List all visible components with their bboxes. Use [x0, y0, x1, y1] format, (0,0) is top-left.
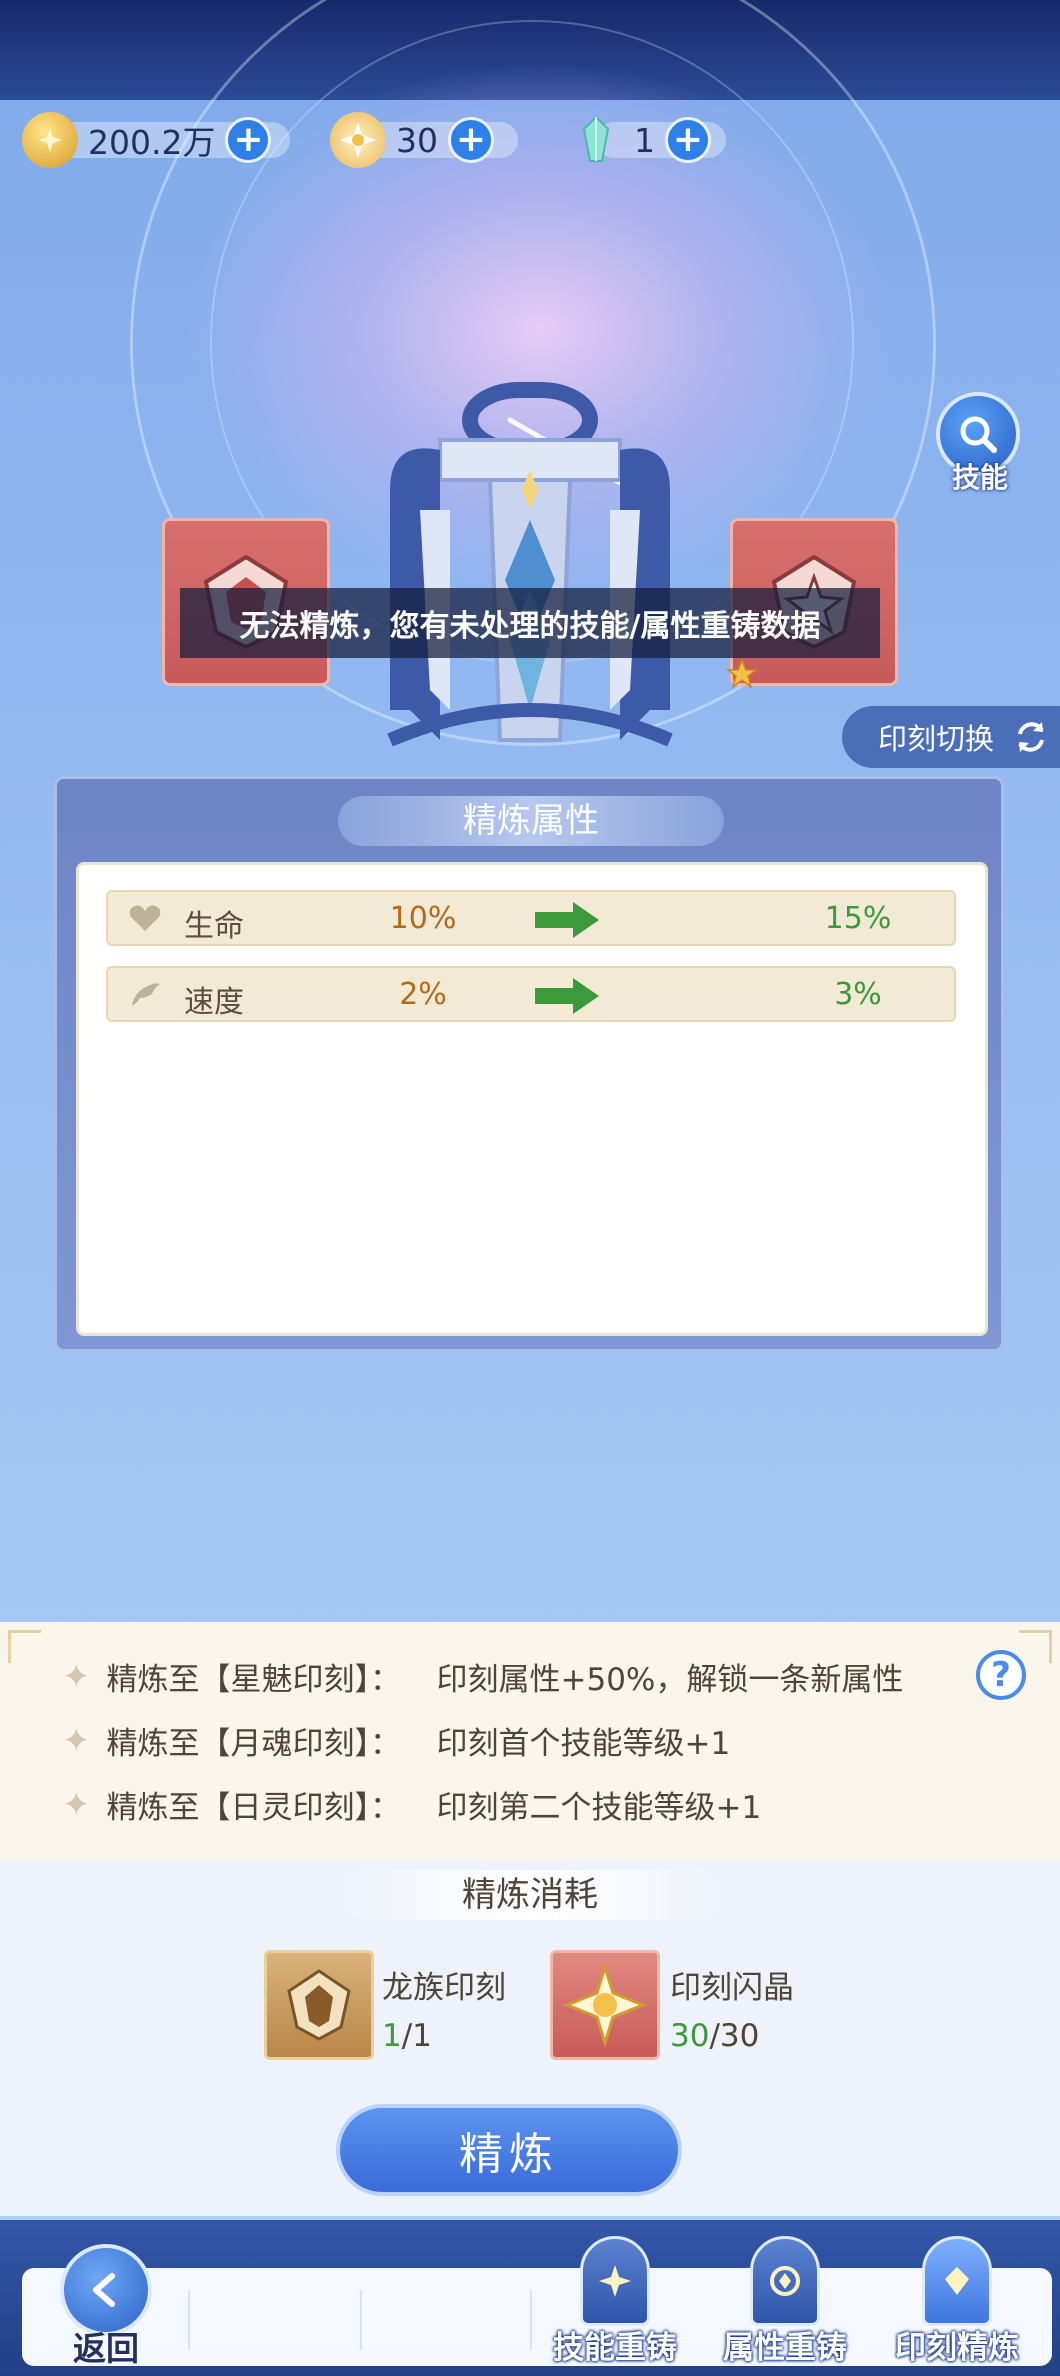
small-star-icon [726, 658, 758, 689]
crystal-icon [568, 112, 624, 168]
add-crystal-button[interactable]: + [665, 117, 711, 163]
sparkle-icon: ✦ [62, 1656, 91, 1697]
gold-amount: 200.2万 [88, 123, 216, 162]
refine-effect: 印刻首个技能等级+1 [436, 1726, 731, 1762]
attribute-row: 生命 10% 15% [106, 890, 956, 946]
back-label[interactable]: 返回 [58, 2322, 154, 2370]
arrow-right-icon [535, 978, 599, 1014]
attribute-old-value: 10% [389, 901, 457, 936]
tab-label: 技能重铸 [553, 2330, 677, 2366]
help-button[interactable]: ? [976, 1650, 1026, 1700]
attribute-old-value: 2% [399, 977, 447, 1012]
question-icon: ? [991, 1655, 1011, 1695]
crystal-amount: 1 [634, 120, 655, 160]
refine-target: 精炼至【星魅印刻】： [106, 1662, 402, 1698]
cost-item-count: 1/1 [382, 2018, 432, 2054]
cost-item-name: 龙族印刻 [382, 1970, 506, 2006]
search-icon [960, 416, 997, 453]
imprint-emblem [387, 382, 673, 747]
attribute-new-value: 3% [834, 977, 882, 1012]
dragon-imprint-icon [287, 1969, 351, 2041]
attribute-name: 速度 [184, 985, 244, 1020]
star-badge-icon [563, 1963, 647, 2047]
gold-coin-icon [22, 112, 78, 168]
heart-icon [129, 905, 161, 931]
refine-panel-title: 精炼属性 [338, 796, 724, 846]
imprint-switch-button[interactable]: 印刻切换 [842, 706, 1060, 768]
cost-item-dragon-imprint[interactable] [264, 1950, 374, 2060]
attribute-row: 速度 2% 3% [106, 966, 956, 1022]
skill-recast-icon [580, 2236, 650, 2326]
refine-effect: 印刻属性+50%，解锁一条新属性 [436, 1662, 904, 1698]
sparkle-icon: ✦ [62, 1784, 91, 1825]
refine-description-row: ✦ 精炼至【星魅印刻】： 印刻属性+50%，解锁一条新属性 [62, 1654, 903, 1699]
refine-description-row: ✦ 精炼至【月魂印刻】： 印刻首个技能等级+1 [62, 1718, 730, 1763]
attribute-new-value: 15% [824, 901, 892, 936]
cost-item-imprint-crystal[interactable] [550, 1950, 660, 2060]
imprint-refine-icon [922, 2236, 992, 2326]
arrow-right-icon [535, 902, 599, 938]
refine-description-row: ✦ 精炼至【日灵印刻】： 印刻第二个技能等级+1 [62, 1782, 761, 1827]
cost-item-count: 30/30 [670, 2018, 760, 2054]
add-star-button[interactable]: + [448, 117, 494, 163]
currency-gold: 200.2万 + [22, 112, 290, 168]
tab-attribute-recast[interactable]: 属性重铸 [700, 2222, 870, 2372]
star-badge-icon [330, 112, 386, 168]
currency-star: 30 + [330, 112, 518, 168]
tab-label: 印刻精炼 [895, 2330, 1019, 2366]
sparkle-icon: ✦ [62, 1720, 91, 1761]
refine-target: 精炼至【日灵印刻】： [106, 1790, 402, 1826]
currency-crystal: 1 + [568, 112, 726, 168]
tab-label: 属性重铸 [723, 2330, 847, 2366]
skill-view-label[interactable]: 技能 [940, 456, 1020, 496]
imprint-switch-label: 印刻切换 [878, 722, 995, 756]
error-toast: 无法精炼，您有未处理的技能/属性重铸数据 [180, 588, 880, 658]
cost-item-name: 印刻闪晶 [670, 1970, 794, 2006]
refine-target: 精炼至【月魂印刻】： [106, 1726, 402, 1762]
tab-skill-recast[interactable]: 技能重铸 [530, 2222, 700, 2372]
refine-effect: 印刻第二个技能等级+1 [436, 1790, 762, 1826]
refine-button[interactable]: 精炼 [336, 2104, 682, 2196]
tab-imprint-refine[interactable]: 印刻精炼 [872, 2222, 1042, 2372]
attribute-recast-icon [750, 2236, 820, 2326]
back-arrow-icon [93, 2273, 115, 2307]
star-amount: 30 [396, 120, 438, 160]
refresh-icon [1018, 722, 1044, 752]
wing-icon [132, 983, 160, 1006]
cost-title: 精炼消耗 [340, 1870, 720, 1920]
attribute-name: 生命 [184, 909, 244, 944]
